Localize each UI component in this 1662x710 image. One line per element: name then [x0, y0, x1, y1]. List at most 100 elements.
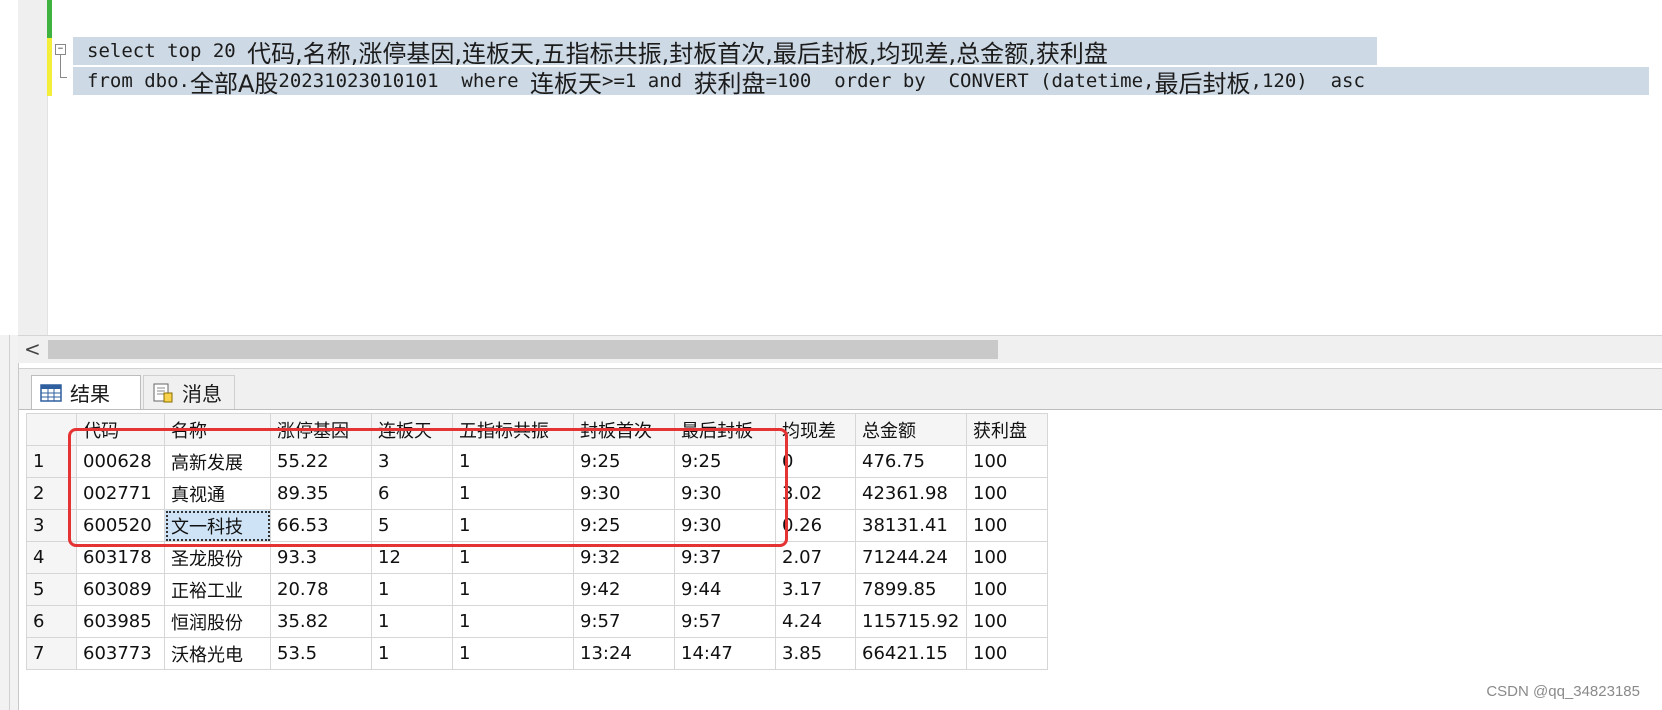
table-cell[interactable]: 55.22 [270, 445, 372, 478]
column-header[interactable]: 均现差 [775, 413, 856, 446]
table-cell[interactable]: 9:57 [573, 605, 675, 638]
row-number-cell[interactable]: 3 [26, 509, 77, 542]
table-cell[interactable]: 文一科技 [164, 509, 271, 542]
table-cell[interactable]: 4.24 [775, 605, 856, 638]
table-cell[interactable]: 9:42 [573, 573, 675, 606]
column-header[interactable]: 名称 [164, 413, 271, 446]
table-cell[interactable]: 9:57 [674, 605, 776, 638]
table-cell[interactable]: 14:47 [674, 637, 776, 670]
table-cell[interactable]: 9:30 [674, 477, 776, 510]
row-number-cell[interactable]: 2 [26, 477, 77, 510]
table-cell[interactable]: 高新发展 [164, 445, 271, 478]
row-number-cell[interactable]: 1 [26, 445, 77, 478]
table-cell[interactable]: 9:44 [674, 573, 776, 606]
table-cell[interactable]: 476.75 [855, 445, 967, 478]
column-header[interactable]: 封板首次 [573, 413, 675, 446]
row-number-header[interactable] [26, 413, 77, 446]
table-cell[interactable]: 1 [371, 573, 453, 606]
table-cell[interactable]: 89.35 [270, 477, 372, 510]
table-cell[interactable]: 100 [966, 445, 1048, 478]
table-row[interactable]: 6 603985 恒润股份 35.82 1 1 9:57 9:57 4.24 115715.92 1… [26, 605, 1048, 638]
table-cell[interactable]: 3.02 [775, 477, 856, 510]
table-cell[interactable]: 1 [452, 541, 574, 574]
scroll-left-icon[interactable]: < [24, 337, 41, 361]
table-cell[interactable]: 1 [371, 637, 453, 670]
table-cell[interactable]: 100 [966, 573, 1048, 606]
table-row[interactable]: 1 000628 高新发展 55.22 3 1 9:25 9:25 0 476.75 100 [26, 445, 1048, 478]
table-cell[interactable]: 53.5 [270, 637, 372, 670]
table-cell[interactable]: 66421.15 [855, 637, 967, 670]
table-cell[interactable]: 0 [775, 445, 856, 478]
table-cell[interactable]: 42361.98 [855, 477, 967, 510]
table-cell[interactable]: 9:30 [674, 509, 776, 542]
table-cell[interactable]: 1 [452, 445, 574, 478]
row-number-cell[interactable]: 6 [26, 605, 77, 638]
row-number-cell[interactable]: 5 [26, 573, 77, 606]
scrollbar-thumb[interactable] [48, 340, 998, 359]
table-cell[interactable]: 35.82 [270, 605, 372, 638]
table-cell[interactable]: 7899.85 [855, 573, 967, 606]
table-cell[interactable]: 1 [452, 573, 574, 606]
table-cell[interactable]: 603985 [76, 605, 165, 638]
tab-results[interactable]: 结果 [31, 375, 141, 409]
column-header[interactable]: 最后封板 [674, 413, 776, 446]
table-row[interactable]: 5 603089 正裕工业 20.78 1 1 9:42 9:44 3.17 7899.85 100 [26, 573, 1048, 606]
table-cell[interactable]: 000628 [76, 445, 165, 478]
table-cell[interactable]: 5 [371, 509, 453, 542]
table-row[interactable]: 3 600520 文一科技 66.53 5 1 9:25 9:30 0.26 38131.41 10… [26, 509, 1048, 542]
table-cell[interactable]: 100 [966, 477, 1048, 510]
table-cell[interactable]: 100 [966, 509, 1048, 542]
table-cell[interactable]: 93.3 [270, 541, 372, 574]
tab-messages[interactable]: 消息 [143, 375, 235, 409]
collapse-icon[interactable]: − [55, 44, 66, 55]
table-cell[interactable]: 9:32 [573, 541, 675, 574]
table-cell[interactable]: 真视通 [164, 477, 271, 510]
column-header[interactable]: 连板天 [371, 413, 453, 446]
table-cell[interactable]: 1 [452, 605, 574, 638]
column-header[interactable]: 总金额 [855, 413, 967, 446]
table-cell[interactable]: 沃格光电 [164, 637, 271, 670]
table-cell[interactable]: 603773 [76, 637, 165, 670]
table-cell[interactable]: 正裕工业 [164, 573, 271, 606]
table-cell[interactable]: 100 [966, 541, 1048, 574]
table-cell[interactable]: 66.53 [270, 509, 372, 542]
table-cell[interactable]: 9:25 [573, 445, 675, 478]
column-header[interactable]: 获利盘 [966, 413, 1048, 446]
table-cell[interactable]: 71244.24 [855, 541, 967, 574]
query-editor[interactable]: − select top 20 代码,名称,涨停基因,连板天,五指标共振,封板首… [0, 0, 1662, 335]
table-cell[interactable]: 3 [371, 445, 453, 478]
table-cell[interactable]: 002771 [76, 477, 165, 510]
table-cell[interactable]: 20.78 [270, 573, 372, 606]
table-cell[interactable]: 9:30 [573, 477, 675, 510]
table-cell[interactable]: 2.07 [775, 541, 856, 574]
horizontal-scrollbar[interactable]: < [18, 335, 1662, 363]
table-cell[interactable]: 3.85 [775, 637, 856, 670]
results-grid[interactable]: 代码 名称 涨停基因 连板天 五指标共振 封板首次 最后封板 均现差 总金额 获… [26, 413, 1048, 670]
table-cell[interactable]: 1 [371, 605, 453, 638]
table-cell[interactable]: 115715.92 [855, 605, 967, 638]
table-cell[interactable]: 9:37 [674, 541, 776, 574]
row-number-cell[interactable]: 4 [26, 541, 77, 574]
table-cell[interactable]: 600520 [76, 509, 165, 542]
code-line-from[interactable]: from dbo. 全部A股 20231023010101 where 连板天 >=1… [73, 67, 1649, 98]
table-cell[interactable]: 1 [452, 509, 574, 542]
row-number-cell[interactable]: 7 [26, 637, 77, 670]
table-cell[interactable]: 100 [966, 637, 1048, 670]
table-cell[interactable]: 1 [452, 637, 574, 670]
table-row[interactable]: 7 603773 沃格光电 53.5 1 1 13:24 14:47 3.85 66421.15 1… [26, 637, 1048, 670]
table-cell[interactable]: 13:24 [573, 637, 675, 670]
table-cell[interactable]: 603178 [76, 541, 165, 574]
table-cell[interactable]: 6 [371, 477, 453, 510]
table-cell[interactable]: 恒润股份 [164, 605, 271, 638]
table-cell[interactable]: 0.26 [775, 509, 856, 542]
table-cell[interactable]: 1 [452, 477, 574, 510]
column-header[interactable]: 代码 [76, 413, 165, 446]
table-cell[interactable]: 38131.41 [855, 509, 967, 542]
table-cell[interactable]: 603089 [76, 573, 165, 606]
table-cell[interactable]: 9:25 [573, 509, 675, 542]
column-header[interactable]: 五指标共振 [452, 413, 574, 446]
column-header[interactable]: 涨停基因 [270, 413, 372, 446]
table-cell[interactable]: 12 [371, 541, 453, 574]
table-cell[interactable]: 圣龙股份 [164, 541, 271, 574]
table-cell[interactable]: 3.17 [775, 573, 856, 606]
